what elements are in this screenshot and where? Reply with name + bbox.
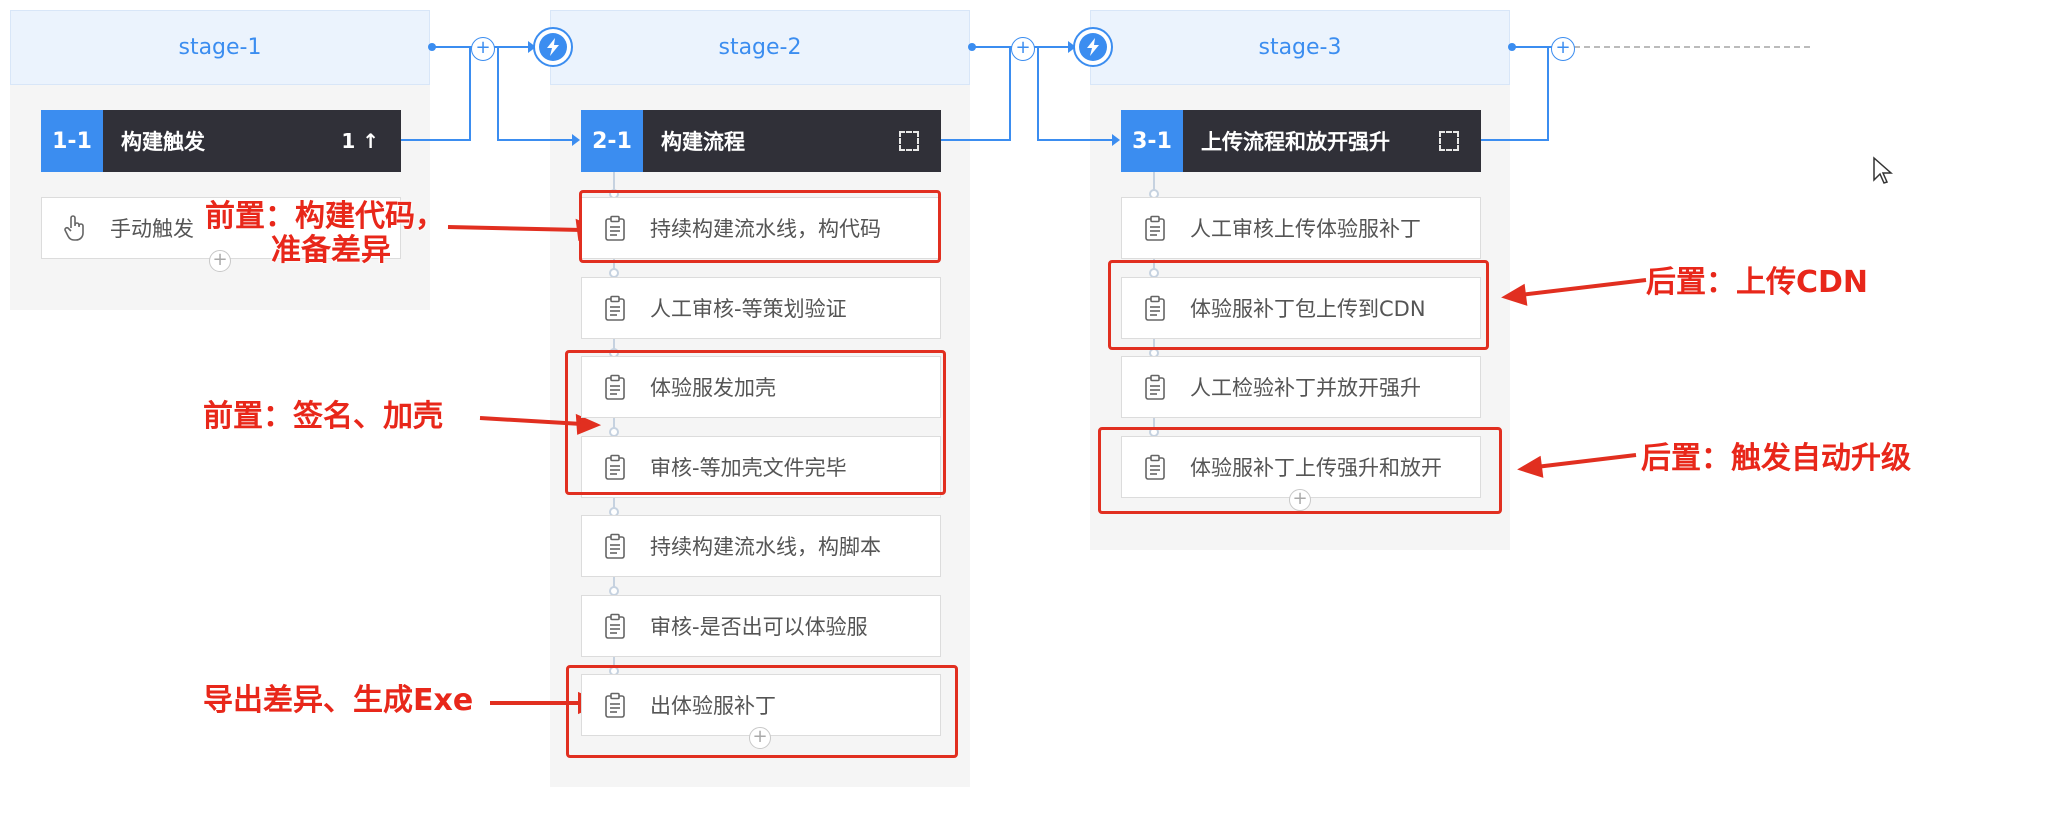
highlight-box (579, 190, 941, 263)
job-id: 2-1 (581, 110, 643, 172)
annotation-text: 后置：触发自动升级 (1641, 441, 1911, 476)
task-label: 人工审核-等策划验证 (650, 296, 847, 321)
task-card[interactable]: 人工审核-等策划验证 (581, 276, 941, 339)
highlight-box (565, 350, 946, 495)
annotation-text: 前置：签名、加壳 (203, 399, 443, 434)
clipboard-icon (1144, 374, 1166, 400)
task-card[interactable]: 人工审核上传体验服补丁 (1121, 197, 1481, 259)
lightning-icon[interactable] (533, 27, 573, 67)
add-stage-button[interactable]: + (1011, 37, 1035, 61)
job-id: 3-1 (1121, 110, 1183, 172)
expand-icon[interactable] (899, 131, 919, 151)
clipboard-icon (604, 295, 626, 321)
expand-icon[interactable] (1439, 131, 1459, 151)
annotation-text: 后置：上传CDN (1646, 265, 1869, 300)
highlight-box (1098, 427, 1502, 514)
task-card[interactable]: 持续构建流水线，构脚本 (581, 515, 941, 577)
job-name: 构建流程 (661, 130, 745, 154)
job-name: 构建触发 (121, 130, 205, 154)
annotation-text: 前置：构建代码， 准备差异 (205, 200, 445, 268)
highlight-box (1108, 260, 1489, 350)
job-header-1-1[interactable]: 1-1 构建触发 1 ↑ (41, 110, 401, 172)
job-extra[interactable]: 1 ↑ (341, 129, 379, 153)
job-header-3-1[interactable]: 3-1 上传流程和放开强升 (1121, 110, 1481, 172)
add-stage-button[interactable]: + (1551, 37, 1575, 61)
hand-pointer-icon (64, 215, 86, 241)
task-label: 人工检验补丁并放开强升 (1190, 376, 1421, 400)
task-label: 人工审核上传体验服补丁 (1190, 217, 1421, 241)
task-label: 持续构建流水线，构脚本 (650, 535, 881, 559)
annotation-text: 导出差异、生成Exe (203, 683, 474, 718)
add-stage-button[interactable]: + (471, 37, 495, 61)
annotation-line: 准备差异 (271, 233, 391, 268)
task-card[interactable]: 审核-是否出可以体验服 (581, 594, 941, 657)
job-name: 上传流程和放开强升 (1201, 130, 1390, 154)
annotation-line: 前置：构建代码， (205, 199, 445, 234)
task-label: 手动触发 (110, 217, 194, 241)
clipboard-icon (1144, 215, 1166, 241)
task-card[interactable]: 人工检验补丁并放开强升 (1121, 356, 1481, 418)
task-label: 审核-是否出可以体验服 (650, 614, 868, 639)
highlight-box (566, 665, 958, 758)
clipboard-icon (604, 533, 626, 559)
job-header-2-1[interactable]: 2-1 构建流程 (581, 110, 941, 172)
lightning-icon[interactable] (1073, 27, 1113, 67)
job-id: 1-1 (41, 110, 103, 172)
clipboard-icon (604, 613, 626, 639)
cursor-icon (1873, 156, 1893, 184)
